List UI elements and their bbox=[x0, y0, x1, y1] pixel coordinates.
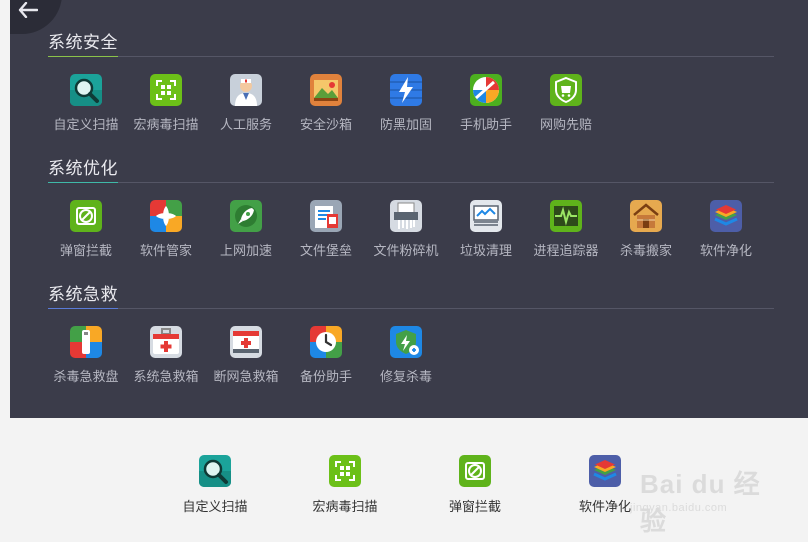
sandbox-picture-icon bbox=[310, 74, 342, 106]
tool-shopping-compensation[interactable]: 网购先赔 bbox=[526, 74, 606, 144]
pinned-label: 自定义扫描 bbox=[182, 499, 248, 514]
file-fortress-icon bbox=[310, 200, 342, 232]
tool-label: 网购先赔 bbox=[539, 117, 592, 132]
network-rescue-kit-icon bbox=[230, 326, 262, 358]
first-aid-kit-icon bbox=[150, 326, 182, 358]
watermark-brand: Bai du 经验 bbox=[640, 469, 761, 536]
shopping-shield-icon bbox=[550, 74, 582, 106]
tool-system-rescue-kit[interactable]: 系统急救箱 bbox=[126, 326, 206, 396]
house-move-icon bbox=[630, 200, 662, 232]
section-divider bbox=[48, 56, 774, 57]
tool-phone-assistant[interactable]: 手机助手 bbox=[446, 74, 526, 144]
tool-junk-clean[interactable]: 垃圾清理 bbox=[446, 200, 526, 270]
tool-custom-scan[interactable]: 自定义扫描 bbox=[46, 74, 126, 144]
phone-assistant-icon bbox=[470, 74, 502, 106]
pinned-label: 宏病毒扫描 bbox=[312, 499, 378, 514]
watermark-url: jingyan.baidu.com bbox=[630, 502, 728, 514]
pinned-custom-scan[interactable]: 自定义扫描 bbox=[160, 455, 270, 525]
backup-clock-icon bbox=[310, 326, 342, 358]
tool-label: 软件净化 bbox=[699, 243, 752, 258]
rocket-icon bbox=[230, 200, 262, 232]
section-divider bbox=[48, 308, 774, 309]
tool-backup-assistant[interactable]: 备份助手 bbox=[286, 326, 366, 396]
section-title-rescue: 系统急救 bbox=[48, 285, 118, 304]
magnifier-scan-icon bbox=[199, 455, 231, 487]
tool-anti-hack[interactable]: 防黑加固 bbox=[366, 74, 446, 144]
tool-macro-virus-scan[interactable]: 宏病毒扫描 bbox=[126, 74, 206, 144]
popup-block-icon bbox=[459, 455, 491, 487]
layers-icon bbox=[589, 455, 621, 487]
tool-human-service[interactable]: 人工服务 bbox=[206, 74, 286, 144]
tool-net-accelerate[interactable]: 上网加速 bbox=[206, 200, 286, 270]
tool-popup-block[interactable]: 弹窗拦截 bbox=[46, 200, 126, 270]
toolbox-panel: 系统安全 系统优化 系统急救 自定义扫描 宏病毒扫描 人工服务 安全沙箱 防黑加 bbox=[10, 0, 808, 418]
pinned-macro-virus-scan[interactable]: 宏病毒扫描 bbox=[290, 455, 400, 525]
trash-clean-icon bbox=[470, 200, 502, 232]
section-title-optimize: 系统优化 bbox=[48, 159, 118, 178]
tool-file-fortress[interactable]: 文件堡垒 bbox=[286, 200, 366, 270]
section-divider bbox=[48, 182, 774, 183]
section-accent-line bbox=[48, 182, 118, 183]
section-title-security: 系统安全 bbox=[48, 33, 118, 52]
repair-shield-icon bbox=[390, 326, 422, 358]
tool-process-tracker[interactable]: 进程追踪器 bbox=[526, 200, 606, 270]
left-edge-strip bbox=[0, 0, 10, 418]
qr-scan-icon bbox=[150, 74, 182, 106]
tool-rescue-disk[interactable]: 杀毒急救盘 bbox=[46, 326, 126, 396]
process-monitor-icon bbox=[550, 200, 582, 232]
usb-rescue-icon bbox=[70, 326, 102, 358]
popup-block-icon bbox=[70, 200, 102, 232]
pinned-label: 弹窗拦截 bbox=[448, 499, 501, 514]
tool-repair-antivirus[interactable]: 修复杀毒 bbox=[366, 326, 446, 396]
tool-antivirus-move[interactable]: 杀毒搬家 bbox=[606, 200, 686, 270]
tool-software-purify[interactable]: 软件净化 bbox=[686, 200, 766, 270]
magnifier-scan-icon bbox=[70, 74, 102, 106]
back-arrow-icon bbox=[18, 2, 38, 18]
watermark: Bai du 经验 jingyan.baidu.com bbox=[628, 458, 768, 536]
doctor-service-icon bbox=[230, 74, 262, 106]
tool-software-manager[interactable]: 软件管家 bbox=[126, 200, 206, 270]
file-shredder-icon bbox=[390, 200, 422, 232]
software-manager-icon bbox=[150, 200, 182, 232]
tool-file-shredder[interactable]: 文件粉碎机 bbox=[366, 200, 446, 270]
section-accent-line bbox=[48, 308, 118, 309]
section-accent-line bbox=[48, 56, 118, 57]
layers-icon bbox=[710, 200, 742, 232]
tool-network-rescue-kit[interactable]: 断网急救箱 bbox=[206, 326, 286, 396]
tool-sandbox[interactable]: 安全沙箱 bbox=[286, 74, 366, 144]
lightning-shield-icon bbox=[390, 74, 422, 106]
tool-label: 修复杀毒 bbox=[379, 369, 432, 384]
pinned-popup-block[interactable]: 弹窗拦截 bbox=[420, 455, 530, 525]
qr-scan-icon bbox=[329, 455, 361, 487]
